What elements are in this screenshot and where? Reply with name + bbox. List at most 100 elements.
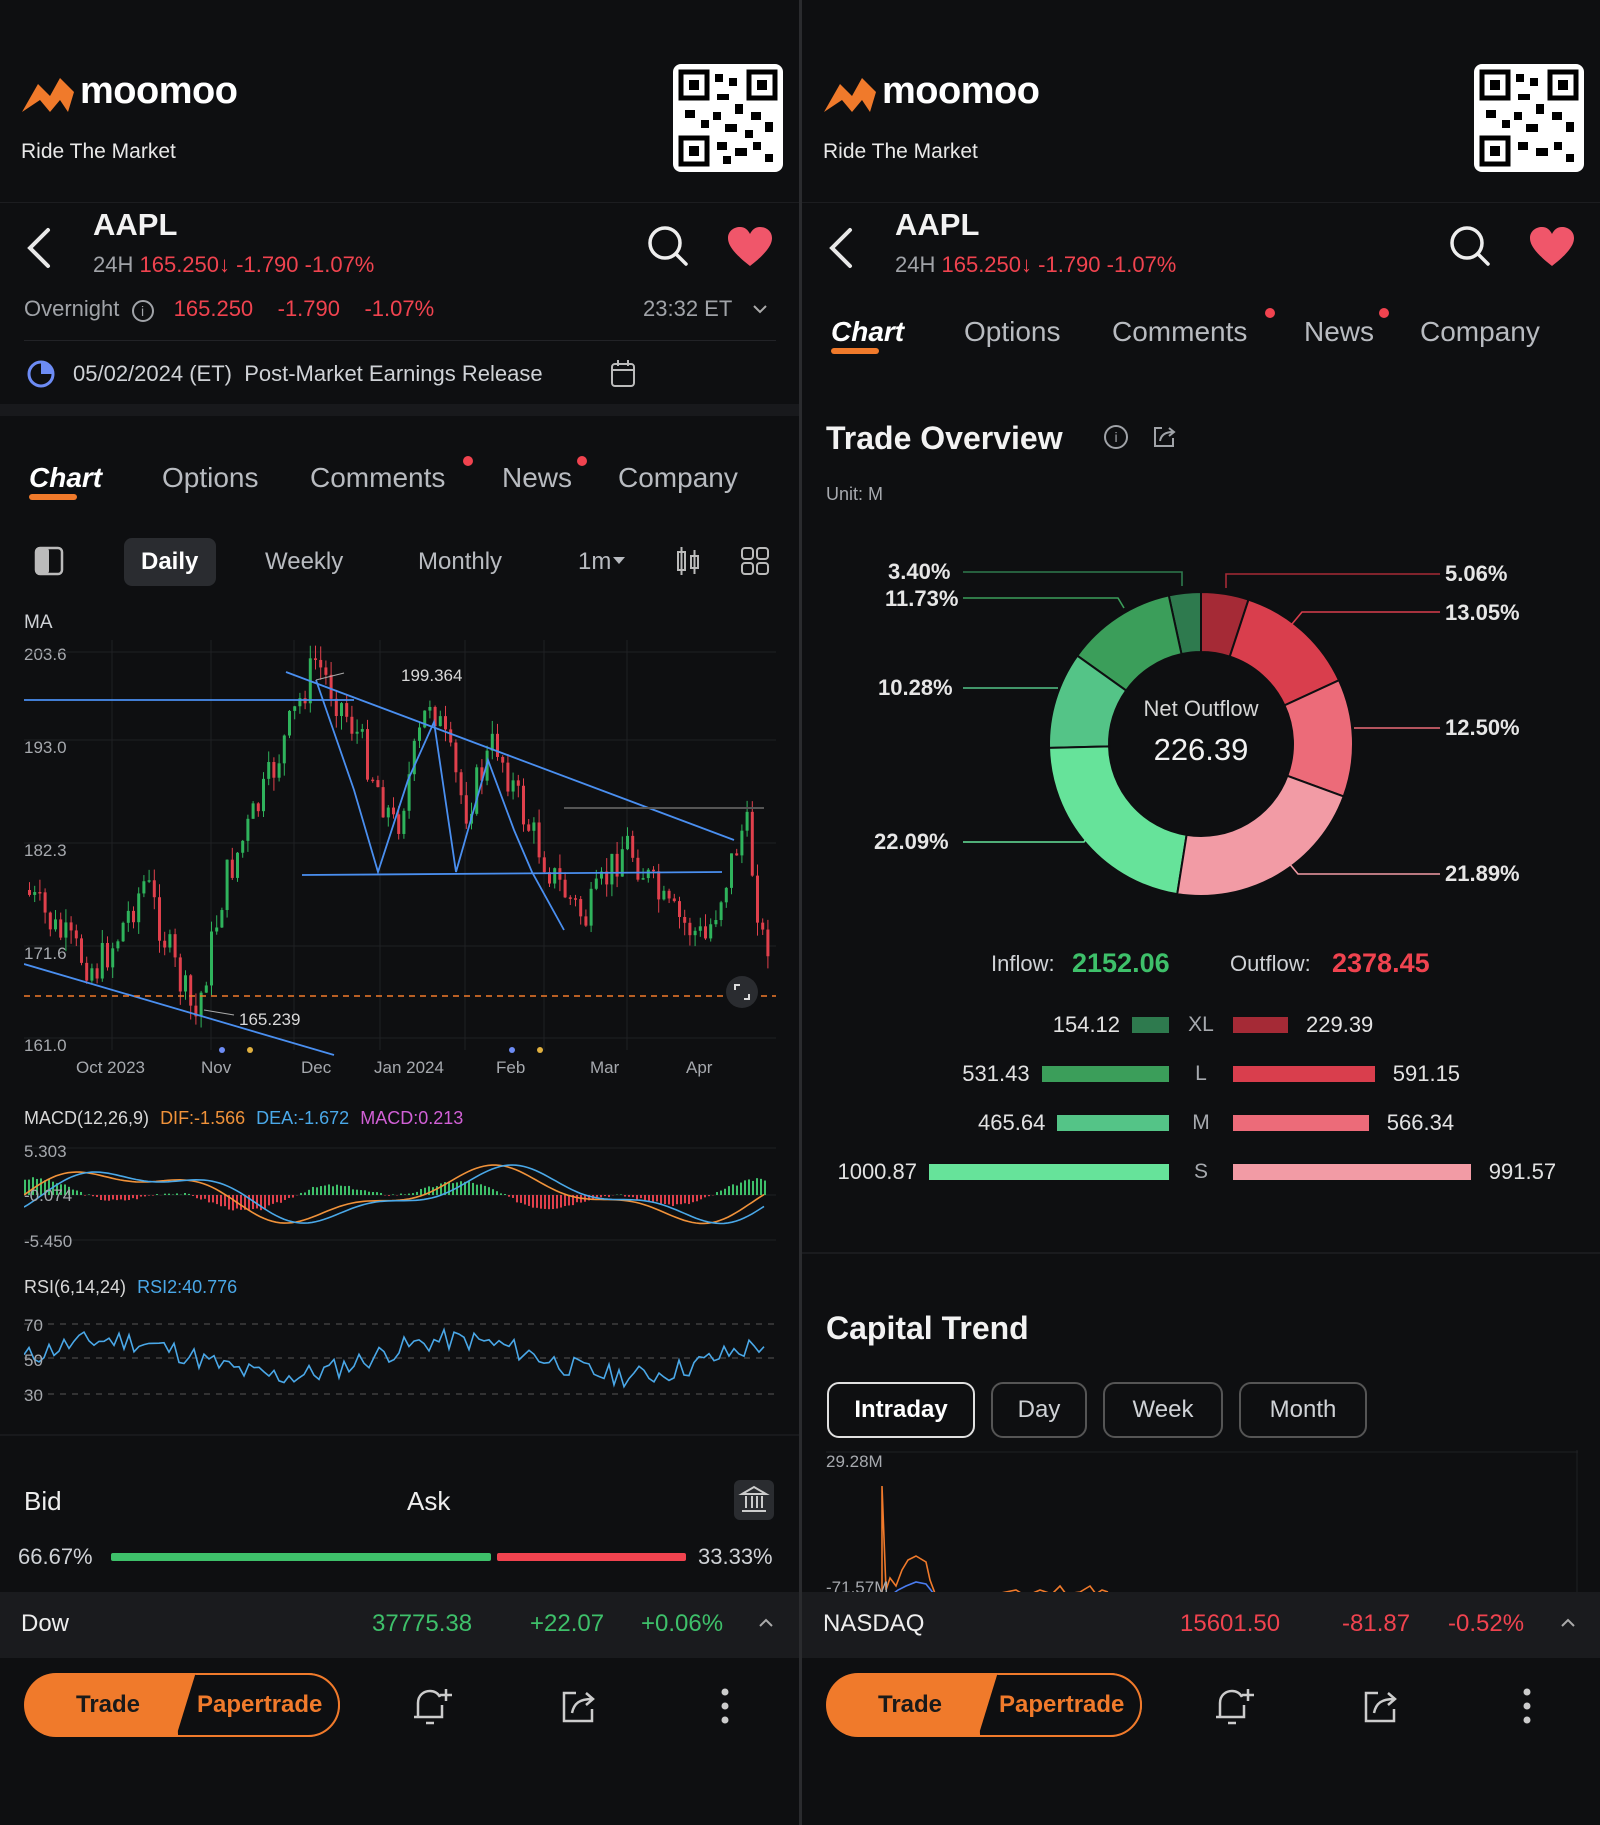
candle-body <box>366 729 369 780</box>
more-options-icon[interactable] <box>718 1686 732 1726</box>
macd-histogram-bar <box>272 1195 274 1204</box>
candle-body <box>142 881 146 894</box>
macd-histogram-bar <box>336 1184 338 1195</box>
date-axis-label: Feb <box>496 1058 526 1077</box>
period-monthly[interactable]: Monthly <box>418 548 502 576</box>
pie-leader-line <box>963 597 1125 609</box>
candle-body <box>766 929 770 957</box>
trend-tab-week[interactable]: Week <box>1103 1382 1223 1438</box>
trade-button[interactable]: Trade <box>878 1691 942 1719</box>
pie-leader-line <box>1287 861 1440 875</box>
macd-histogram-bar <box>212 1195 214 1203</box>
tab-company[interactable]: Company <box>1420 316 1540 348</box>
candle-body <box>111 948 115 968</box>
share-icon[interactable] <box>1360 1685 1402 1727</box>
macd-histogram-bar <box>96 1195 98 1197</box>
tab-news[interactable]: News <box>1304 316 1374 348</box>
sidebar-toggle-icon[interactable] <box>34 546 64 576</box>
macd-histogram-bar <box>460 1181 462 1195</box>
tab-chart[interactable]: Chart <box>29 462 102 494</box>
macd-histogram-bar <box>576 1195 578 1203</box>
candle-body <box>392 807 395 815</box>
macd-dif-line <box>24 1164 765 1225</box>
back-arrow-icon[interactable] <box>24 226 54 270</box>
tab-comments[interactable]: Comments <box>1112 316 1247 348</box>
donut-center-label: Net Outflow <box>1143 696 1259 721</box>
candle-body <box>678 901 681 918</box>
brand-tagline: Ride The Market <box>823 140 978 163</box>
macd-histogram-bar <box>284 1195 286 1200</box>
index-name: NASDAQ <box>823 1610 925 1637</box>
chevron-up-icon[interactable] <box>1560 1616 1576 1630</box>
macd-histogram-bar <box>108 1195 110 1201</box>
candle-body <box>225 859 229 911</box>
trade-button[interactable]: Trade <box>76 1691 140 1719</box>
trend-tab-intraday[interactable]: Intraday <box>827 1382 975 1438</box>
trend-tab-day[interactable]: Day <box>991 1382 1087 1438</box>
macd-histogram-bar <box>604 1195 606 1197</box>
info-icon[interactable]: i <box>131 300 154 322</box>
outflow-bar <box>1233 1066 1375 1082</box>
share-icon[interactable] <box>1152 424 1178 450</box>
candle-body <box>730 853 733 888</box>
grid-layout-icon[interactable] <box>740 546 770 576</box>
candle-body <box>418 727 421 741</box>
moomoo-logo-icon <box>824 78 876 112</box>
macd-histogram-bar <box>220 1195 222 1207</box>
tab-chart[interactable]: Chart <box>831 316 904 348</box>
trend-tab-month[interactable]: Month <box>1239 1382 1367 1438</box>
macd-histogram-bar <box>356 1189 358 1195</box>
size-label: M <box>1192 1111 1210 1134</box>
tab-comments[interactable]: Comments <box>310 462 445 494</box>
size-label: XL <box>1188 1013 1214 1036</box>
tab-options[interactable]: Options <box>964 316 1061 348</box>
calendar-add-icon[interactable] <box>610 359 638 389</box>
chevron-down-icon[interactable] <box>752 302 768 316</box>
date-axis-label: Jan 2024 <box>374 1058 444 1077</box>
macd-histogram-bar <box>400 1193 402 1195</box>
period-minute[interactable]: 1m <box>578 548 611 576</box>
date-axis-label: Dec <box>301 1058 332 1077</box>
capital-trend-title: Capital Trend <box>826 1310 1029 1346</box>
chevron-up-icon[interactable] <box>758 1616 774 1630</box>
share-icon[interactable] <box>558 1685 600 1727</box>
candle-body <box>158 897 161 941</box>
alert-bell-icon[interactable] <box>1212 1683 1256 1729</box>
macd-histogram-bar <box>640 1195 642 1199</box>
bank-button[interactable] <box>734 1480 774 1520</box>
macd-histogram-bar <box>364 1190 366 1195</box>
period-daily[interactable]: Daily <box>141 548 198 576</box>
date-axis-label: Oct 2023 <box>76 1058 145 1077</box>
candlestick-chart[interactable] <box>24 640 776 1060</box>
macd-histogram-bar <box>500 1193 502 1195</box>
qr-code-icon <box>1479 69 1579 167</box>
dropdown-caret-icon[interactable] <box>612 555 626 567</box>
tab-options[interactable]: Options <box>162 462 259 494</box>
favorite-heart-icon[interactable] <box>726 226 774 268</box>
candlestick-type-icon[interactable] <box>674 546 702 576</box>
back-arrow-icon[interactable] <box>826 226 856 270</box>
info-icon[interactable]: i <box>1104 425 1128 449</box>
date-axis-label: Nov <box>201 1058 232 1077</box>
more-options-icon[interactable] <box>1520 1686 1534 1726</box>
tab-company[interactable]: Company <box>618 462 738 494</box>
candle-body <box>527 824 531 831</box>
alert-bell-icon[interactable] <box>410 1683 454 1729</box>
candle-body <box>532 822 536 831</box>
unit-label: Unit: M <box>826 484 884 504</box>
macd-histogram-bar <box>264 1195 266 1209</box>
ma-label: MA <box>24 612 53 633</box>
left-panel: moomoo Ride The Market AAPL 24H 165.250↓… <box>0 0 799 1825</box>
candle-body <box>210 931 213 986</box>
capital-trend-chart[interactable] <box>826 1450 1578 1600</box>
pie-pct-label: 22.09% <box>874 829 949 854</box>
search-icon[interactable] <box>646 224 690 268</box>
search-icon[interactable] <box>1448 224 1492 268</box>
tab-news[interactable]: News <box>502 462 572 494</box>
favorite-heart-icon[interactable] <box>1528 226 1576 268</box>
index-pct: +0.06% <box>641 1610 724 1637</box>
candle-body <box>189 975 193 1006</box>
period-weekly[interactable]: Weekly <box>265 548 343 576</box>
candle-body <box>511 780 515 792</box>
papertrade-label: Papertrade <box>197 1691 323 1718</box>
